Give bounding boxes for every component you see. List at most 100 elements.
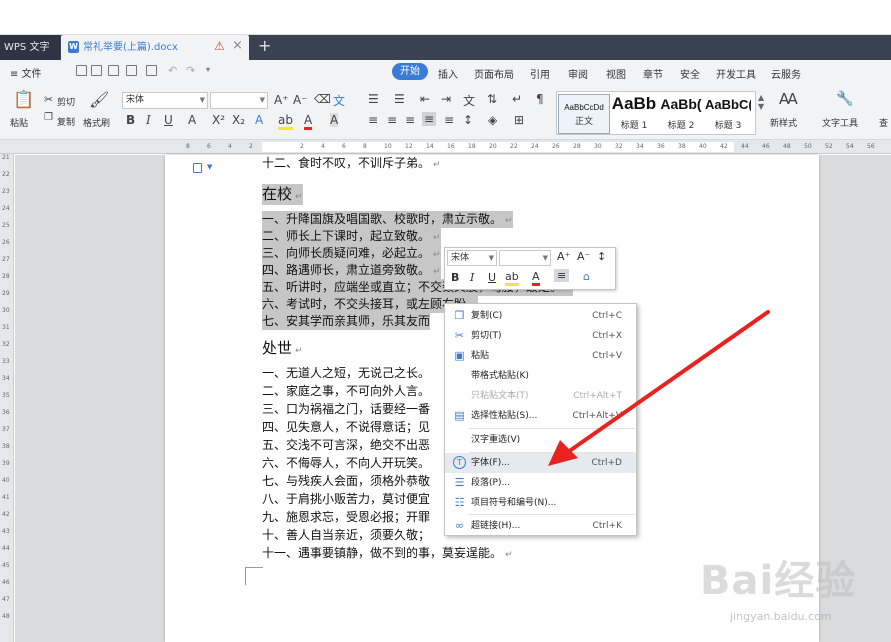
- menu-item-copy[interactable]: ❐ 复制(C) Ctrl+C: [445, 306, 636, 326]
- document-line[interactable]: 八、于肩挑小贩苦力，莫讨便宜: [262, 491, 430, 508]
- document-line[interactable]: 六、不侮辱人，不向人开玩笑。: [262, 455, 430, 472]
- ribbon-tab-insert[interactable]: 插入: [438, 66, 458, 81]
- chinese-layout-icon[interactable]: 文: [463, 92, 475, 109]
- print-icon[interactable]: [108, 65, 119, 76]
- mini-font-name-select[interactable]: 宋体 ▼: [447, 250, 497, 266]
- paste-button[interactable]: 粘贴: [10, 116, 28, 129]
- cut-button[interactable]: 剪切: [57, 95, 75, 108]
- undo-icon[interactable]: ↶: [168, 64, 177, 77]
- document-line[interactable]: 十二、食时不叹，不训斥子弟。 ↵: [262, 155, 441, 172]
- menu-item-paste-special[interactable]: ▤ 选择性粘贴(S)... Ctrl+Alt+V: [445, 406, 636, 426]
- font-size-select[interactable]: ▼: [210, 92, 268, 109]
- document-line[interactable]: 五、交浅不可言深，绝交不出恶: [262, 437, 430, 454]
- ribbon-tab-cloud[interactable]: 云服务: [771, 66, 801, 81]
- save-icon[interactable]: [76, 65, 87, 76]
- menu-item-cut[interactable]: ✂ 剪切(T) Ctrl+X: [445, 326, 636, 346]
- increase-indent-icon[interactable]: ⇥: [441, 92, 451, 106]
- paragraph-marks-icon[interactable]: ¶: [536, 92, 544, 106]
- menu-item-font[interactable]: T 字体(F)... Ctrl+D: [445, 453, 636, 473]
- font-color-icon[interactable]: A: [532, 270, 540, 286]
- heading-in-world[interactable]: 处世 ↵: [262, 338, 303, 359]
- ribbon-tab-home[interactable]: 开始: [392, 63, 428, 80]
- file-menu-button[interactable]: ≡ 文件: [10, 65, 42, 80]
- copy-icon[interactable]: ❐: [44, 112, 53, 123]
- distributed-icon[interactable]: ≡: [444, 113, 454, 127]
- new-style-button[interactable]: 新样式: [770, 116, 797, 129]
- bullets-icon[interactable]: ☰: [368, 92, 379, 106]
- align-center-icon[interactable]: ≡: [387, 113, 397, 127]
- justify-icon[interactable]: ≡: [554, 269, 570, 282]
- ribbon-tab-chapter[interactable]: 章节: [643, 66, 663, 81]
- numbering-icon[interactable]: ☰: [394, 92, 405, 106]
- document-line[interactable]: 七、安其学而亲其师，乐其友而: [262, 313, 431, 330]
- line-spacing-icon[interactable]: ↕: [463, 113, 473, 127]
- document-line[interactable]: 二、师长上下课时，起立致敬。 ↵: [262, 228, 441, 245]
- document-line[interactable]: 三、向师长质疑问难，必起立。 ↵: [262, 245, 441, 262]
- document-line[interactable]: 七、与残疾人会面，须格外恭敬: [262, 473, 430, 490]
- sort-icon[interactable]: ⇅: [487, 92, 497, 106]
- clear-format-icon[interactable]: ⌫: [314, 92, 331, 106]
- style-heading-3[interactable]: AaBbC( 标题 3: [705, 94, 751, 131]
- menu-item-paragraph[interactable]: ☰ 段落(P)...: [445, 473, 636, 493]
- text-tools-button[interactable]: 文字工具: [822, 116, 858, 129]
- pinyin-icon[interactable]: 文: [333, 92, 345, 109]
- mini-font-size-select[interactable]: ▼: [499, 250, 551, 266]
- font-color-icon[interactable]: A: [304, 113, 313, 130]
- justify-icon[interactable]: ≡: [422, 112, 437, 126]
- text-effect-icon[interactable]: A: [255, 113, 263, 127]
- line-spacing-icon[interactable]: ↕: [597, 250, 606, 263]
- underline-icon[interactable]: U: [488, 271, 496, 284]
- shading-icon[interactable]: ◈: [488, 113, 497, 127]
- vertical-ruler[interactable]: 21 22 23 24 25 26 27 28 29 30 31 32 33 34 35 36 37 38 39 40…: [0, 154, 14, 642]
- subscript-icon[interactable]: X₂: [232, 113, 245, 127]
- menu-item-reselect-hanzi[interactable]: 汉字重选(V): [445, 430, 636, 450]
- format-painter-icon[interactable]: ⌂: [583, 270, 590, 283]
- font-name-select[interactable]: 宋体 ▼: [122, 92, 208, 109]
- export-pdf-icon[interactable]: [146, 65, 157, 76]
- new-tab-button[interactable]: +: [258, 36, 271, 55]
- bold-icon[interactable]: B: [451, 271, 459, 284]
- underline-icon[interactable]: U: [164, 113, 173, 127]
- print-preview-icon[interactable]: [126, 65, 137, 76]
- style-heading-1[interactable]: AaBb 标题 1: [611, 94, 657, 131]
- close-icon[interactable]: ×: [232, 38, 243, 53]
- tab-wps-home[interactable]: WPS 文字: [0, 35, 60, 60]
- italic-icon[interactable]: I: [146, 113, 151, 127]
- ribbon-tab-view[interactable]: 视图: [606, 66, 626, 81]
- highlight-icon[interactable]: ab: [278, 113, 293, 130]
- new-style-icon[interactable]: Ꜳ: [779, 90, 798, 108]
- format-painter-button[interactable]: 格式刷: [83, 116, 110, 129]
- strikethrough-icon[interactable]: A: [188, 113, 196, 127]
- tab-document[interactable]: W 常礼举要(上篇).docx ⚠ ×: [61, 35, 249, 60]
- char-shading-icon[interactable]: A: [330, 113, 339, 127]
- gallery-scroll-icon[interactable]: ▲ ▼: [758, 93, 764, 111]
- menu-item-hyperlink[interactable]: ∞ 超链接(H)... Ctrl+K: [445, 516, 636, 536]
- superscript-icon[interactable]: X²: [212, 113, 225, 127]
- heading-in-school[interactable]: 在校 ↵: [262, 184, 303, 205]
- style-heading-2[interactable]: AaBb( 标题 2: [658, 94, 704, 131]
- format-painter-icon[interactable]: 🖌: [89, 90, 109, 109]
- menu-item-paste-text-only[interactable]: 只粘贴文本(T) Ctrl+Alt+T: [445, 386, 636, 406]
- scissors-icon[interactable]: ✂: [44, 93, 53, 106]
- ribbon-tab-page-layout[interactable]: 页面布局: [474, 66, 514, 81]
- shrink-font-icon[interactable]: A⁻: [293, 93, 308, 107]
- wrench-icon[interactable]: 🔧: [836, 91, 853, 107]
- grow-font-icon[interactable]: A⁺: [557, 250, 570, 263]
- decrease-indent-icon[interactable]: ⇤: [420, 92, 430, 106]
- ribbon-tab-references[interactable]: 引用: [530, 66, 550, 81]
- copy-button[interactable]: 复制: [57, 115, 75, 128]
- document-line[interactable]: 四、见失意人，不说得意话；见: [262, 419, 430, 436]
- align-left-icon[interactable]: ≡: [368, 113, 378, 127]
- style-normal[interactable]: AaBbCcDd 正文: [558, 94, 610, 134]
- document-line[interactable]: 一、无道人之短，无说己之长。: [262, 365, 430, 382]
- menu-item-paste[interactable]: ▣ 粘贴 Ctrl+V: [445, 346, 636, 366]
- find-button[interactable]: 查: [879, 116, 888, 129]
- document-line[interactable]: 十一、遇事要镇静，做不到的事，莫妄逞能。 ↵: [262, 545, 513, 562]
- ribbon-tab-developer[interactable]: 开发工具: [716, 66, 756, 81]
- borders-icon[interactable]: ⊞: [514, 113, 524, 127]
- document-line[interactable]: 九、施恩求忘，受恩必报；开罪: [262, 509, 430, 526]
- shrink-font-icon[interactable]: A⁻: [577, 250, 590, 263]
- menu-item-bullets-numbering[interactable]: ☷ 项目符号和编号(N)...: [445, 493, 636, 513]
- customize-quick-access-icon[interactable]: ▾: [206, 65, 210, 74]
- document-line[interactable]: 一、升降国旗及唱国歌、校歌时，肃立示敬。 ↵: [262, 211, 513, 228]
